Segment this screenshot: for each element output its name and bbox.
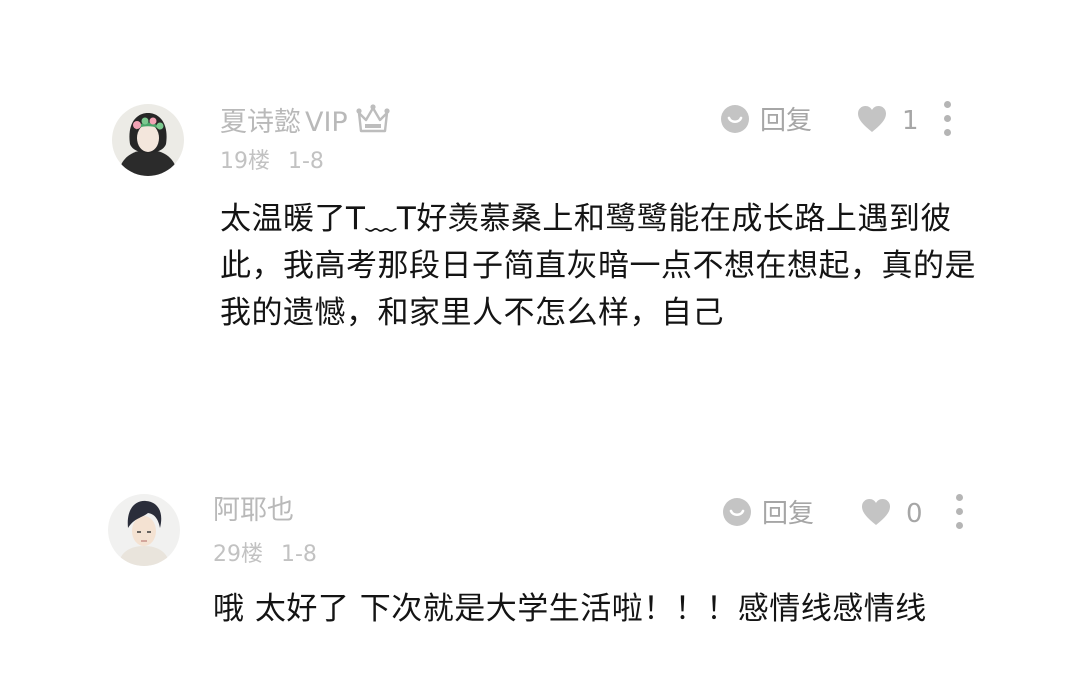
comment-meta: 29楼 1-8 (213, 544, 317, 566)
username[interactable]: 阿耶也 (213, 497, 294, 524)
like-button[interactable]: 1 (856, 104, 919, 138)
like-count: 0 (906, 499, 923, 529)
avatar[interactable] (108, 494, 180, 566)
comment-text: 哦 太好了 下次就是大学生活啦！！！感情线感情线 (213, 591, 927, 627)
reply-icon (722, 497, 752, 531)
reply-icon (720, 104, 750, 138)
reply-label: 回复 (762, 499, 815, 529)
floor-number: 19楼 (220, 149, 270, 174)
username-text: 夏诗懿 (220, 107, 301, 138)
like-button[interactable]: 0 (860, 497, 923, 531)
avatar[interactable] (112, 104, 184, 176)
vip-label: VIP (305, 107, 348, 138)
reply-button[interactable]: 回复 (720, 104, 812, 138)
comment-date: 1-8 (288, 149, 324, 174)
like-count: 1 (902, 106, 919, 136)
reply-label: 回复 (760, 106, 813, 136)
floor-number: 29楼 (213, 542, 263, 567)
comment-meta: 19楼 1-8 (220, 151, 324, 173)
username[interactable]: 夏诗懿 VIP (220, 104, 390, 139)
username-text: 阿耶也 (213, 495, 294, 526)
more-options-icon[interactable] (952, 494, 966, 529)
crown-icon (356, 104, 390, 139)
reply-button[interactable]: 回复 (722, 497, 814, 531)
heart-icon (856, 104, 888, 138)
comment-text: 太温暖了T﹏T好羡慕桑上和鹭鹭能在成长路上遇到彼此，我高考那段日子简直灰暗一点不… (220, 201, 976, 331)
more-options-icon[interactable] (940, 101, 954, 136)
comment-date: 1-8 (281, 542, 317, 567)
heart-icon (860, 497, 892, 531)
